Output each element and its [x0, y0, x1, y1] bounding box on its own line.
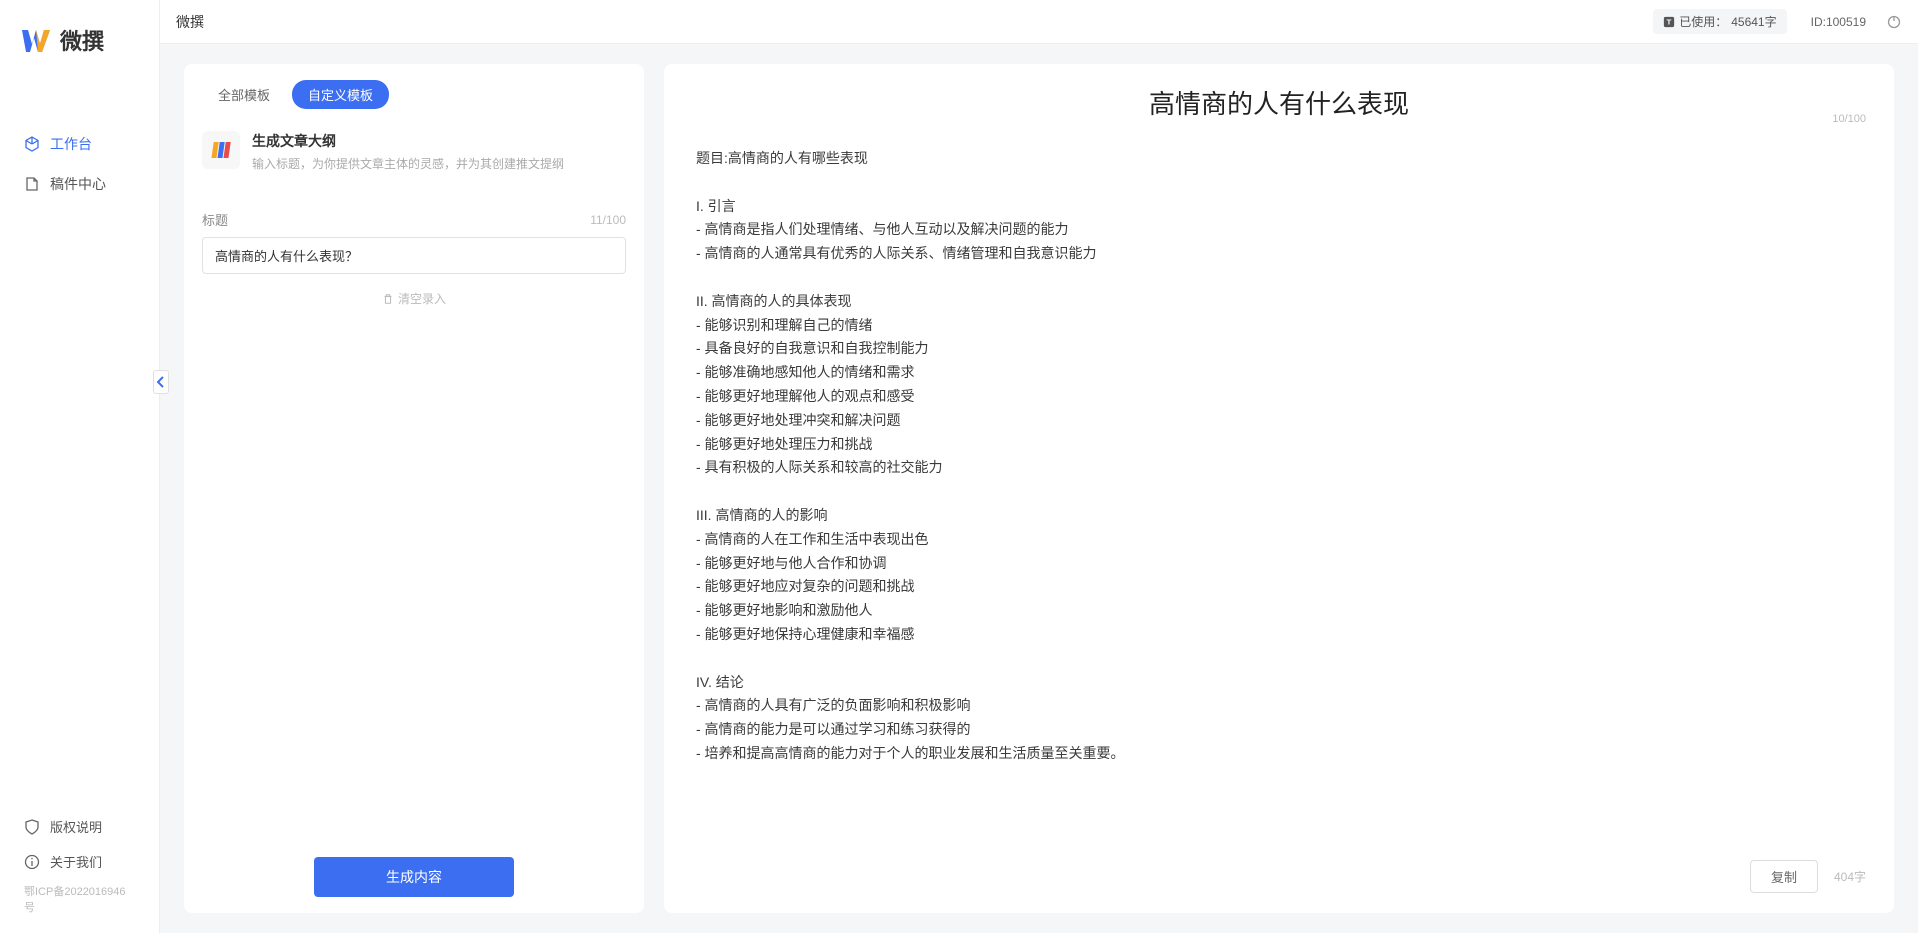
template-icon — [202, 131, 240, 169]
cube-icon — [24, 136, 40, 152]
power-icon[interactable] — [1886, 14, 1902, 30]
content: 全部模板 自定义模板 生成文章大纲 输入标题，为你提供文章主体的灵感，并为其创建… — [160, 44, 1918, 933]
shield-icon — [24, 819, 40, 835]
logo: 微撰 — [0, 0, 159, 64]
copy-button[interactable]: 复制 — [1750, 860, 1818, 893]
clear-label: 清空录入 — [398, 290, 446, 307]
user-id-label: ID:100519 — [1811, 15, 1866, 29]
sidebar-collapse-handle[interactable] — [153, 370, 169, 394]
svg-text:T: T — [1667, 17, 1672, 26]
usage-value: 45641字 — [1731, 13, 1776, 30]
nav-item-drafts[interactable]: 稿件中心 — [0, 164, 159, 204]
title-char-count: 11/100 — [590, 213, 626, 227]
template-desc: 输入标题，为你提供文章主体的灵感，并为其创建推文提纲 — [252, 155, 564, 172]
nav-label: 关于我们 — [50, 852, 102, 871]
nav-label: 版权说明 — [50, 817, 102, 836]
usage-badge[interactable]: T 已使用：45641字 — [1653, 9, 1786, 34]
nav-item-about[interactable]: 关于我们 — [0, 844, 159, 879]
nav-item-workbench[interactable]: 工作台 — [0, 124, 159, 164]
clear-input-button[interactable]: 清空录入 — [202, 290, 626, 307]
sidebar-bottom: 版权说明 关于我们 鄂ICP备2022016946号 — [0, 809, 159, 933]
logo-icon — [20, 24, 52, 56]
trash-icon — [382, 293, 394, 305]
heading-char-count: 10/100 — [1832, 113, 1866, 125]
logo-text: 微撰 — [60, 24, 104, 56]
document-icon — [24, 176, 40, 192]
field-label-row: 标题 11/100 — [202, 210, 626, 229]
template-card: 生成文章大纲 输入标题，为你提供文章主体的灵感，并为其创建推文提纲 — [202, 127, 626, 188]
info-icon — [24, 854, 40, 870]
nav-item-copyright[interactable]: 版权说明 — [0, 809, 159, 844]
output-body[interactable]: 题目:高情商的人有哪些表现 I. 引言 - 高情商是指人们处理情绪、与他人互动以… — [692, 129, 1866, 850]
output-heading-row: 高情商的人有什么表现 10/100 — [692, 84, 1866, 121]
usage-prefix: 已使用： — [1679, 13, 1727, 30]
input-panel: 全部模板 自定义模板 生成文章大纲 输入标题，为你提供文章主体的灵感，并为其创建… — [184, 64, 644, 913]
topbar: 微撰 T 已使用：45641字 ID:100519 — [160, 0, 1918, 44]
text-icon: T — [1663, 16, 1675, 28]
sidebar: 微撰 工作台 稿件中心 版权说明 — [0, 0, 160, 933]
output-heading: 高情商的人有什么表现 — [692, 84, 1866, 121]
main-area: 微撰 T 已使用：45641字 ID:100519 全部模板 自定义模板 — [160, 0, 1918, 933]
template-info: 生成文章大纲 输入标题，为你提供文章主体的灵感，并为其创建推文提纲 — [252, 131, 564, 172]
generate-button[interactable]: 生成内容 — [314, 857, 514, 897]
nav-label: 稿件中心 — [50, 174, 106, 194]
tab-all-templates[interactable]: 全部模板 — [202, 80, 286, 109]
icp-text: 鄂ICP备2022016946号 — [0, 879, 159, 925]
topbar-title: 微撰 — [176, 12, 204, 32]
output-panel: 高情商的人有什么表现 10/100 题目:高情商的人有哪些表现 I. 引言 - … — [664, 64, 1894, 913]
title-input[interactable] — [202, 237, 626, 274]
output-word-count: 404字 — [1834, 868, 1866, 885]
title-field-label: 标题 — [202, 210, 228, 229]
nav-label: 工作台 — [50, 134, 92, 154]
template-title: 生成文章大纲 — [252, 131, 564, 151]
main-nav: 工作台 稿件中心 — [0, 124, 159, 809]
panel-left-footer: 生成内容 — [202, 845, 626, 897]
tab-custom-templates[interactable]: 自定义模板 — [292, 80, 389, 109]
template-tabs: 全部模板 自定义模板 — [202, 80, 626, 109]
output-footer: 复制 404字 — [692, 850, 1866, 893]
